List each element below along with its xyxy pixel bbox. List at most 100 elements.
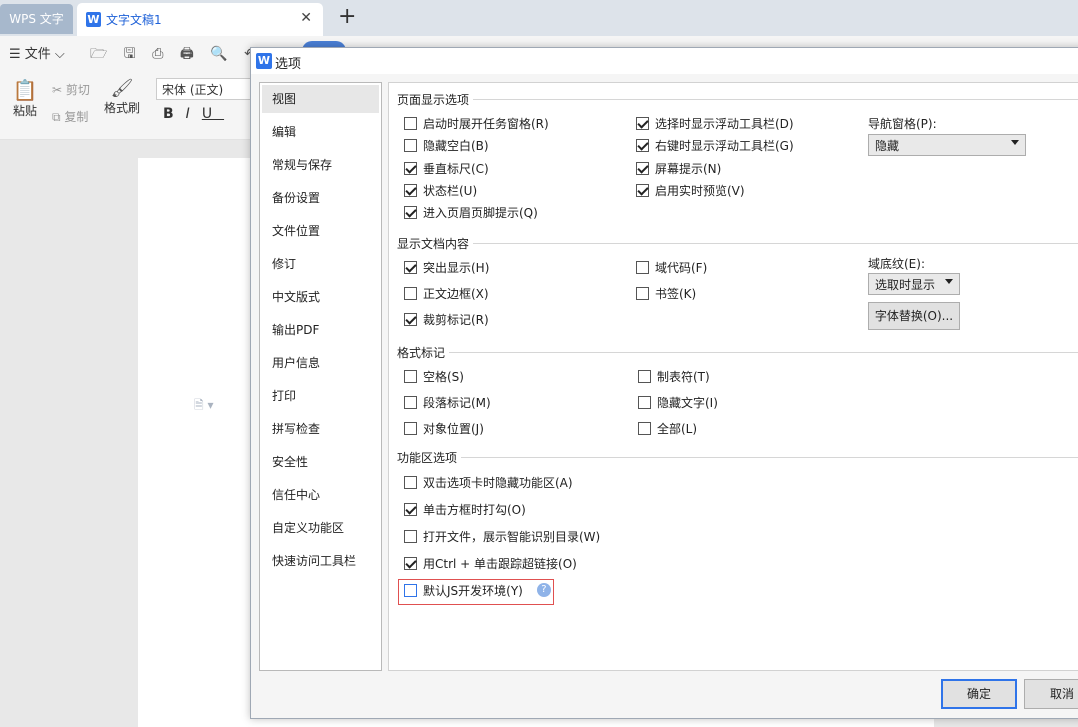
cancel-button[interactable]: 取消	[1024, 679, 1078, 709]
paste-button[interactable]: 📋 粘贴	[8, 78, 42, 119]
checkbox[interactable]	[404, 369, 417, 383]
chk-header-footer-tip[interactable]: 进入页眉页脚提示(Q)	[404, 203, 538, 221]
title-tab-bar: WPS 文字 W 文字文稿1 ✕ +	[0, 0, 1078, 36]
nav-item-chinese-layout[interactable]: 中文版式	[262, 283, 379, 311]
checkbox[interactable]	[404, 286, 417, 300]
chk-dblclick-hide-ribbon[interactable]: 双击选项卡时隐藏功能区(A)	[404, 473, 573, 491]
font-substitution-button[interactable]: 字体替换(O)...	[868, 302, 960, 330]
chk-label: 用Ctrl + 单击跟踪超链接(O)	[423, 556, 577, 571]
checkbox-checked[interactable]	[404, 183, 417, 197]
chk-hidden-text[interactable]: 隐藏文字(I)	[638, 393, 718, 411]
chk-smart-toc[interactable]: 打开文件，展示智能识别目录(W)	[404, 527, 600, 545]
chk-all-marks[interactable]: 全部(L)	[638, 419, 697, 437]
checkbox-checked[interactable]	[636, 161, 649, 175]
dialog-titlebar[interactable]: W 选项	[251, 48, 1078, 74]
chk-vertical-ruler[interactable]: 垂直标尺(C)	[404, 159, 489, 177]
chk-float-toolbar-select[interactable]: 选择时显示浮动工具栏(D)	[636, 114, 794, 132]
chk-hide-whitespace[interactable]: 隐藏空白(B)	[404, 136, 489, 154]
chk-highlight[interactable]: 突出显示(H)	[404, 258, 489, 276]
dialog-title: 选项	[275, 57, 302, 72]
nav-item-general-save[interactable]: 常规与保存	[262, 151, 379, 179]
chk-label: 启用实时预览(V)	[655, 183, 745, 198]
checkbox[interactable]	[638, 369, 651, 383]
chk-field-codes[interactable]: 域代码(F)	[636, 258, 707, 276]
quick-access-icons[interactable]: 🗁 🖫 ⎙ 🖨 🔍 ↶	[90, 43, 262, 67]
checkbox-checked[interactable]	[404, 161, 417, 175]
file-menu-button[interactable]: ☰ 文件 ⌵	[9, 43, 65, 62]
nav-item-edit[interactable]: 编辑	[262, 118, 379, 146]
chk-bookmarks[interactable]: 书签(K)	[636, 284, 696, 302]
font-style-buttons: BIU	[163, 106, 224, 122]
chk-float-toolbar-rightclick[interactable]: 右键时显示浮动工具栏(G)	[636, 136, 794, 154]
chk-label: 打开文件，展示智能识别目录(W)	[423, 529, 601, 544]
chk-paragraph-marks[interactable]: 段落标记(M)	[404, 393, 491, 411]
chk-status-bar[interactable]: 状态栏(U)	[404, 181, 477, 199]
checkbox[interactable]	[404, 529, 417, 543]
checkbox[interactable]	[636, 260, 649, 274]
checkbox[interactable]	[638, 421, 651, 435]
cut-button[interactable]: ✂ 剪切	[52, 81, 90, 98]
nav-item-export-pdf[interactable]: 输出PDF	[262, 316, 379, 344]
checkbox[interactable]	[404, 475, 417, 489]
clipboard-icon: 📋	[12, 78, 38, 102]
font-name-select[interactable]: 宋体 (正文)	[156, 78, 256, 100]
tab-document[interactable]: W 文字文稿1 ✕	[77, 3, 323, 36]
nav-item-print[interactable]: 打印	[262, 382, 379, 410]
checkbox-checked[interactable]	[404, 502, 417, 516]
chk-text-boundaries[interactable]: 正文边框(X)	[404, 284, 489, 302]
chk-click-box-tick[interactable]: 单击方框时打勾(O)	[404, 500, 526, 518]
chk-label: 对象位置(J)	[423, 421, 484, 436]
group-title-doc-content: 显示文档内容	[397, 235, 474, 252]
chk-object-anchors[interactable]: 对象位置(J)	[404, 419, 484, 437]
nav-item-security[interactable]: 安全性	[262, 448, 379, 476]
nav-item-backup[interactable]: 备份设置	[262, 184, 379, 212]
tab-wps-home[interactable]: WPS 文字	[0, 4, 73, 34]
checkbox[interactable]	[636, 286, 649, 300]
chk-expand-task-pane[interactable]: 启动时展开任务窗格(R)	[404, 114, 549, 132]
checkbox-checked[interactable]	[404, 312, 417, 326]
chk-ctrl-click-link[interactable]: 用Ctrl + 单击跟踪超链接(O)	[404, 554, 577, 572]
nav-item-user-info[interactable]: 用户信息	[262, 349, 379, 377]
chk-screen-tips[interactable]: 屏幕提示(N)	[636, 159, 721, 177]
options-dialog: W 选项 视图 编辑 常规与保存 备份设置 文件位置 修订 中文版式 输出PDF…	[250, 47, 1078, 719]
checkbox[interactable]	[404, 421, 417, 435]
copy-label: 复制	[64, 110, 89, 124]
group-divider	[397, 457, 1078, 458]
chk-live-preview[interactable]: 启用实时预览(V)	[636, 181, 745, 199]
chk-label: 裁剪标记(R)	[423, 312, 489, 327]
nav-item-quick-access[interactable]: 快速访问工具栏	[262, 547, 379, 575]
nav-item-view[interactable]: 视图	[262, 85, 379, 113]
checkbox-checked[interactable]	[636, 138, 649, 152]
nav-item-revision[interactable]: 修订	[262, 250, 379, 278]
field-shading-select[interactable]: 选取时显示	[868, 273, 960, 295]
close-tab-icon[interactable]: ✕	[300, 10, 312, 26]
checkbox-checked[interactable]	[636, 116, 649, 130]
nav-item-spelling[interactable]: 拼写检查	[262, 415, 379, 443]
ok-button[interactable]: 确定	[941, 679, 1017, 709]
cut-label: 剪切	[65, 83, 90, 97]
copy-button[interactable]: ⧉ 复制	[52, 108, 88, 125]
format-painter-button[interactable]: 🖌 格式刷	[104, 78, 140, 116]
bold-button[interactable]: B	[163, 106, 186, 122]
chk-spaces[interactable]: 空格(S)	[404, 367, 464, 385]
checkbox[interactable]	[404, 395, 417, 409]
chk-label: 启动时展开任务窗格(R)	[423, 116, 549, 131]
checkbox-checked[interactable]	[404, 556, 417, 570]
nav-item-customize-ribbon[interactable]: 自定义功能区	[262, 514, 379, 542]
checkbox[interactable]	[404, 116, 417, 130]
checkbox-checked[interactable]	[404, 205, 417, 219]
nav-item-file-location[interactable]: 文件位置	[262, 217, 379, 245]
add-tab-icon[interactable]: +	[338, 4, 356, 30]
chk-tab-chars[interactable]: 制表符(T)	[638, 367, 710, 385]
chk-label: 全部(L)	[657, 421, 698, 436]
underline-button[interactable]: U	[202, 106, 224, 122]
nav-pane-select[interactable]: 隐藏	[868, 134, 1026, 156]
group-title-format-marks: 格式标记	[397, 344, 450, 361]
checkbox[interactable]	[404, 138, 417, 152]
italic-button[interactable]: I	[186, 106, 202, 122]
checkbox[interactable]	[638, 395, 651, 409]
nav-item-trust-center[interactable]: 信任中心	[262, 481, 379, 509]
chk-crop-marks[interactable]: 裁剪标记(R)	[404, 310, 489, 328]
checkbox-checked[interactable]	[636, 183, 649, 197]
checkbox-checked[interactable]	[404, 260, 417, 274]
